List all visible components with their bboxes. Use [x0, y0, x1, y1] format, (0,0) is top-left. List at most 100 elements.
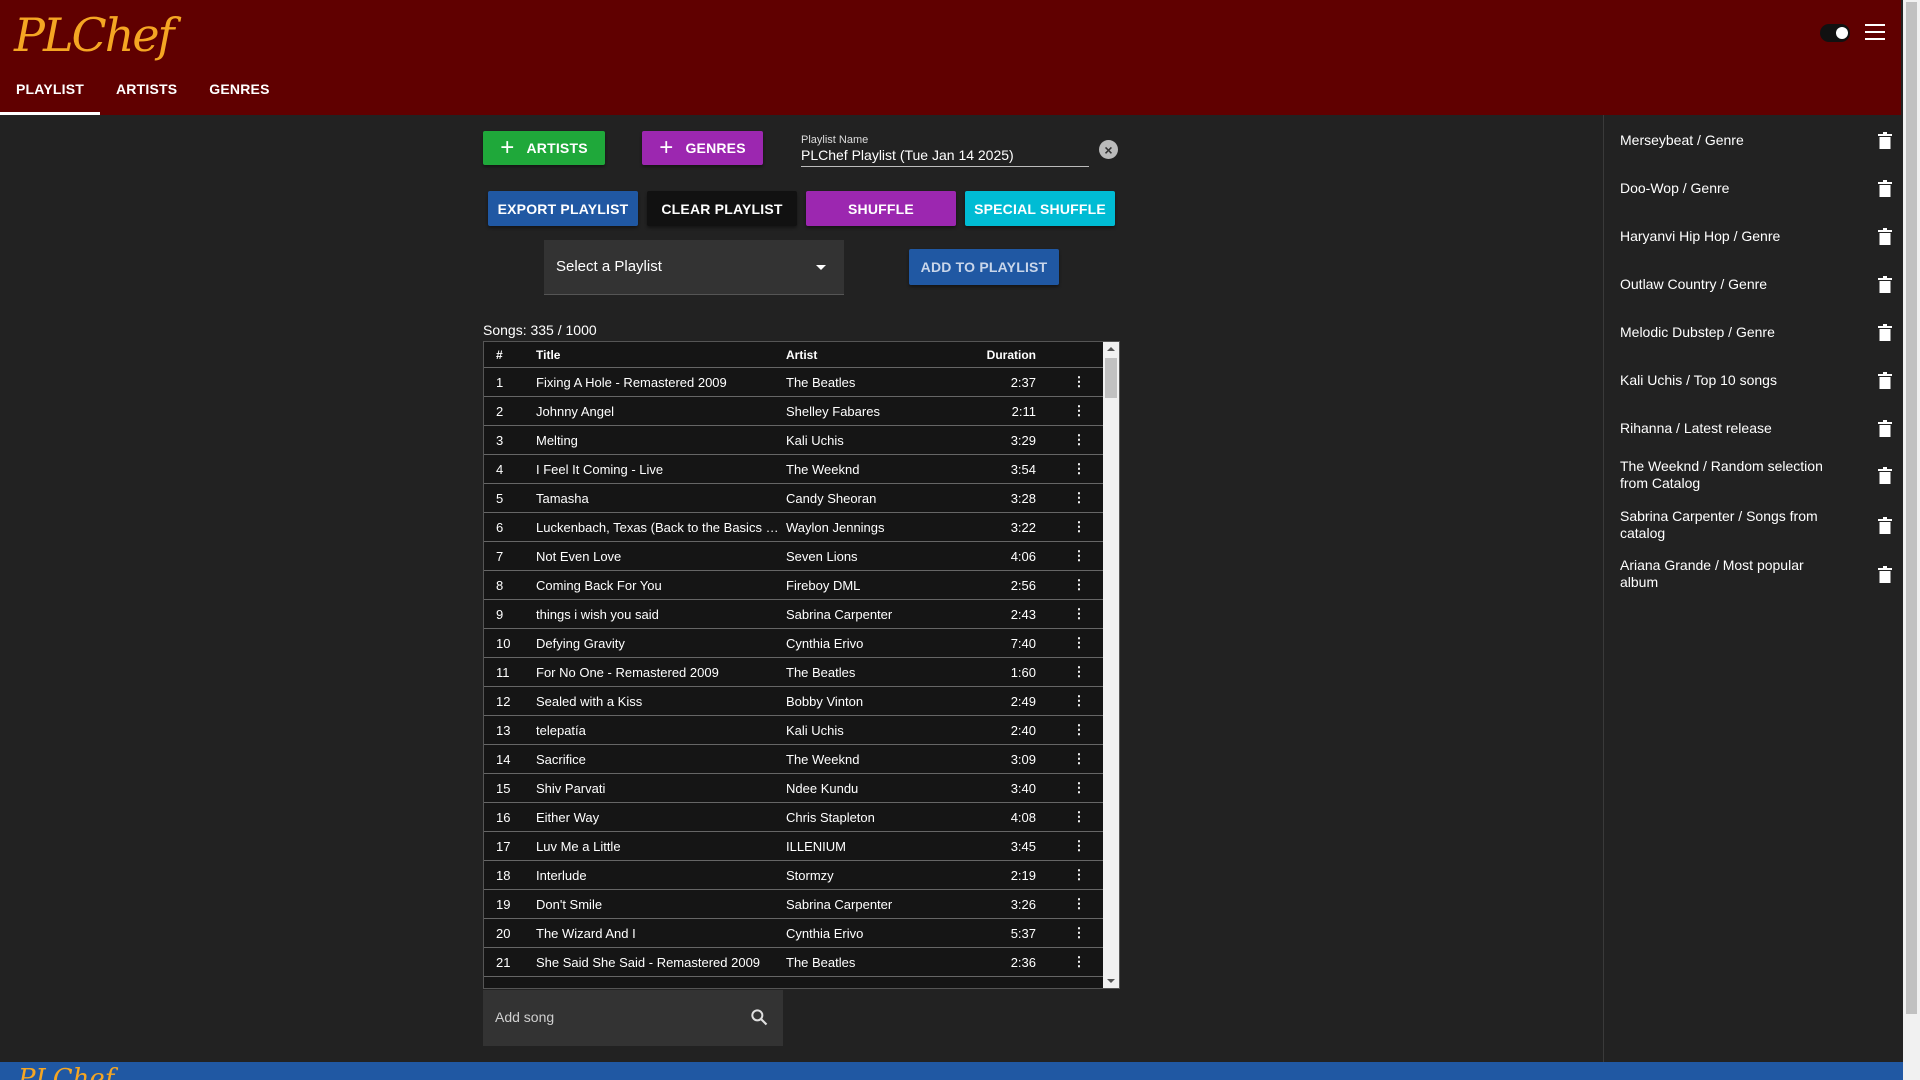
- row-number: 7: [496, 548, 504, 564]
- more-vert-icon[interactable]: ⋮: [1036, 374, 1102, 390]
- trash-icon[interactable]: [1878, 227, 1892, 245]
- row-title: Melting: [536, 432, 578, 448]
- more-vert-icon[interactable]: ⋮: [1036, 403, 1102, 419]
- more-vert-icon[interactable]: ⋮: [1036, 867, 1102, 883]
- source-label: Ariana Grande / Most popular album: [1620, 557, 1804, 590]
- table-row[interactable]: 18 Interlude Stormzy 2:19 ⋮: [484, 861, 1119, 890]
- footer-logo: PLChef: [18, 1064, 115, 1080]
- table-row[interactable]: 20 The Wizard And I Cynthia Erivo 5:37 ⋮: [484, 919, 1119, 948]
- more-vert-icon[interactable]: ⋮: [1036, 461, 1102, 477]
- row-artist: The Beatles: [786, 954, 856, 970]
- trash-icon[interactable]: [1878, 466, 1892, 484]
- row-duration: 3:29: [1010, 432, 1036, 448]
- row-number: 14: [496, 751, 511, 767]
- clear-playlist-button[interactable]: CLEAR PLAYLIST: [647, 191, 797, 226]
- scroll-down-icon[interactable]: [1107, 979, 1115, 983]
- more-vert-icon[interactable]: ⋮: [1036, 925, 1102, 941]
- table-row[interactable]: 4 I Feel It Coming - Live The Weeknd 3:54 ⋮: [484, 455, 1119, 484]
- tab-genres[interactable]: GENRES: [193, 75, 285, 115]
- row-artist: Candy Sheoran: [786, 490, 877, 506]
- more-vert-icon[interactable]: ⋮: [1036, 606, 1102, 622]
- table-row[interactable]: 13 telepatía Kali Uchis 2:40 ⋮: [484, 716, 1119, 745]
- more-vert-icon[interactable]: ⋮: [1036, 751, 1102, 767]
- more-vert-icon[interactable]: ⋮: [1036, 519, 1102, 535]
- trash-icon[interactable]: [1878, 371, 1892, 389]
- export-playlist-button[interactable]: EXPORT PLAYLIST: [488, 191, 638, 226]
- table-row[interactable]: 11 For No One - Remastered 2009 The Beatle…: [484, 658, 1119, 687]
- row-title: Luv Me a Little: [536, 838, 621, 854]
- trash-icon[interactable]: [1878, 323, 1892, 341]
- dropdown-arrow-icon: [816, 265, 826, 270]
- row-duration: 2:49: [1010, 693, 1036, 709]
- special-shuffle-button[interactable]: SPECIAL SHUFFLE: [965, 191, 1115, 226]
- clear-name-icon[interactable]: ×: [1099, 140, 1118, 159]
- hamburger-menu-icon[interactable]: [1865, 24, 1885, 40]
- more-vert-icon[interactable]: ⋮: [1036, 780, 1102, 796]
- table-row[interactable]: 12 Sealed with a Kiss Bobby Vinton 2:49 ⋮: [484, 687, 1119, 716]
- tab-playlist[interactable]: PLAYLIST: [0, 75, 100, 115]
- table-row[interactable]: 2 Johnny Angel Shelley Fabares 2:11 ⋮: [484, 397, 1119, 426]
- more-vert-icon[interactable]: ⋮: [1036, 838, 1102, 854]
- table-row[interactable]: 19 Don't Smile Sabrina Carpenter 3:26 ⋮: [484, 890, 1119, 919]
- add-artists-button[interactable]: + ARTISTS: [483, 131, 605, 165]
- table-row[interactable]: 7 Not Even Love Seven Lions 4:06 ⋮: [484, 542, 1119, 571]
- scrollbar-thumb[interactable]: [1105, 358, 1117, 398]
- source-label: Kali Uchis / Top 10 songs: [1620, 371, 1777, 388]
- add-song-field[interactable]: Add song: [483, 990, 783, 1046]
- trash-icon[interactable]: [1878, 419, 1892, 437]
- col-duration-header: Duration: [986, 347, 1036, 362]
- more-vert-icon[interactable]: ⋮: [1036, 635, 1102, 651]
- playlist-select[interactable]: Select a Playlist: [544, 240, 844, 295]
- more-vert-icon[interactable]: ⋮: [1036, 664, 1102, 680]
- more-vert-icon[interactable]: ⋮: [1036, 896, 1102, 912]
- more-vert-icon[interactable]: ⋮: [1036, 722, 1102, 738]
- add-genres-button[interactable]: + GENRES: [642, 131, 763, 165]
- table-row[interactable]: 1 Fixing A Hole - Remastered 2009 The Beat…: [484, 368, 1119, 397]
- tab-artists[interactable]: ARTISTS: [100, 75, 193, 115]
- page-scrollbar-thumb[interactable]: [1906, 2, 1917, 1014]
- more-vert-icon[interactable]: ⋮: [1036, 432, 1102, 448]
- more-vert-icon[interactable]: ⋮: [1036, 954, 1102, 970]
- add-to-playlist-button[interactable]: ADD TO PLAYLIST: [909, 249, 1059, 285]
- table-scrollbar[interactable]: [1103, 342, 1119, 988]
- trash-icon[interactable]: [1878, 179, 1892, 197]
- table-row[interactable]: 5 Tamasha Candy Sheoran 3:28 ⋮: [484, 484, 1119, 513]
- row-title: Luckenbach, Texas (Back to the Basics of…: [536, 519, 786, 535]
- more-vert-icon[interactable]: ⋮: [1036, 577, 1102, 593]
- table-row[interactable]: 14 Sacrifice The Weeknd 3:09 ⋮: [484, 745, 1119, 774]
- row-duration: 2:43: [1010, 606, 1036, 622]
- row-number: 12: [496, 693, 511, 709]
- table-row[interactable]: 10 Defying Gravity Cynthia Erivo 7:40 ⋮: [484, 629, 1119, 658]
- row-artist: The Beatles: [786, 664, 856, 680]
- table-row[interactable]: 3 Melting Kali Uchis 3:29 ⋮: [484, 426, 1119, 455]
- more-vert-icon[interactable]: ⋮: [1036, 490, 1102, 506]
- search-icon[interactable]: [749, 1007, 769, 1027]
- table-row[interactable]: 17 Luv Me a Little ILLENIUM 3:45 ⋮: [484, 832, 1119, 861]
- table-row[interactable]: 8 Coming Back For You Fireboy DML 2:56 ⋮: [484, 571, 1119, 600]
- table-row[interactable]: 9 things i wish you said Sabrina Carpenter…: [484, 600, 1119, 629]
- table-row[interactable]: 15 Shiv Parvati Ndee Kundu 3:40 ⋮: [484, 774, 1119, 803]
- more-vert-icon[interactable]: ⋮: [1036, 809, 1102, 825]
- scroll-up-icon[interactable]: [1107, 347, 1115, 351]
- row-title: Sacrifice: [536, 751, 586, 767]
- trash-icon[interactable]: [1878, 565, 1892, 583]
- table-row[interactable]: 16 Either Way Chris Stapleton 4:08 ⋮: [484, 803, 1119, 832]
- row-duration: 3:28: [1010, 490, 1036, 506]
- more-vert-icon[interactable]: ⋮: [1036, 548, 1102, 564]
- theme-toggle[interactable]: [1820, 24, 1850, 42]
- page-scrollbar[interactable]: [1903, 0, 1920, 1080]
- trash-icon[interactable]: [1878, 275, 1892, 293]
- source-label: Outlaw Country / Genre: [1620, 275, 1768, 292]
- table-row[interactable]: 21 She Said She Said - Remastered 2009 The…: [484, 948, 1119, 977]
- row-duration: 5:37: [1010, 925, 1036, 941]
- main-nav: PLAYLIST ARTISTS GENRES: [0, 75, 286, 115]
- shuffle-button[interactable]: SHUFFLE: [806, 191, 956, 226]
- app-header: PLChef PLAYLIST ARTISTS GENRES: [0, 0, 1901, 115]
- table-row[interactable]: 6 Luckenbach, Texas (Back to the Basics o…: [484, 513, 1119, 542]
- trash-icon[interactable]: [1878, 516, 1892, 534]
- trash-icon[interactable]: [1878, 131, 1892, 149]
- more-vert-icon[interactable]: ⋮: [1036, 693, 1102, 709]
- playlist-name-input[interactable]: PLChef Playlist (Tue Jan 14 2025): [801, 147, 1089, 167]
- app-logo[interactable]: PLChef: [14, 8, 175, 62]
- playlist-name-field[interactable]: Playlist Name PLChef Playlist (Tue Jan 1…: [801, 134, 1121, 167]
